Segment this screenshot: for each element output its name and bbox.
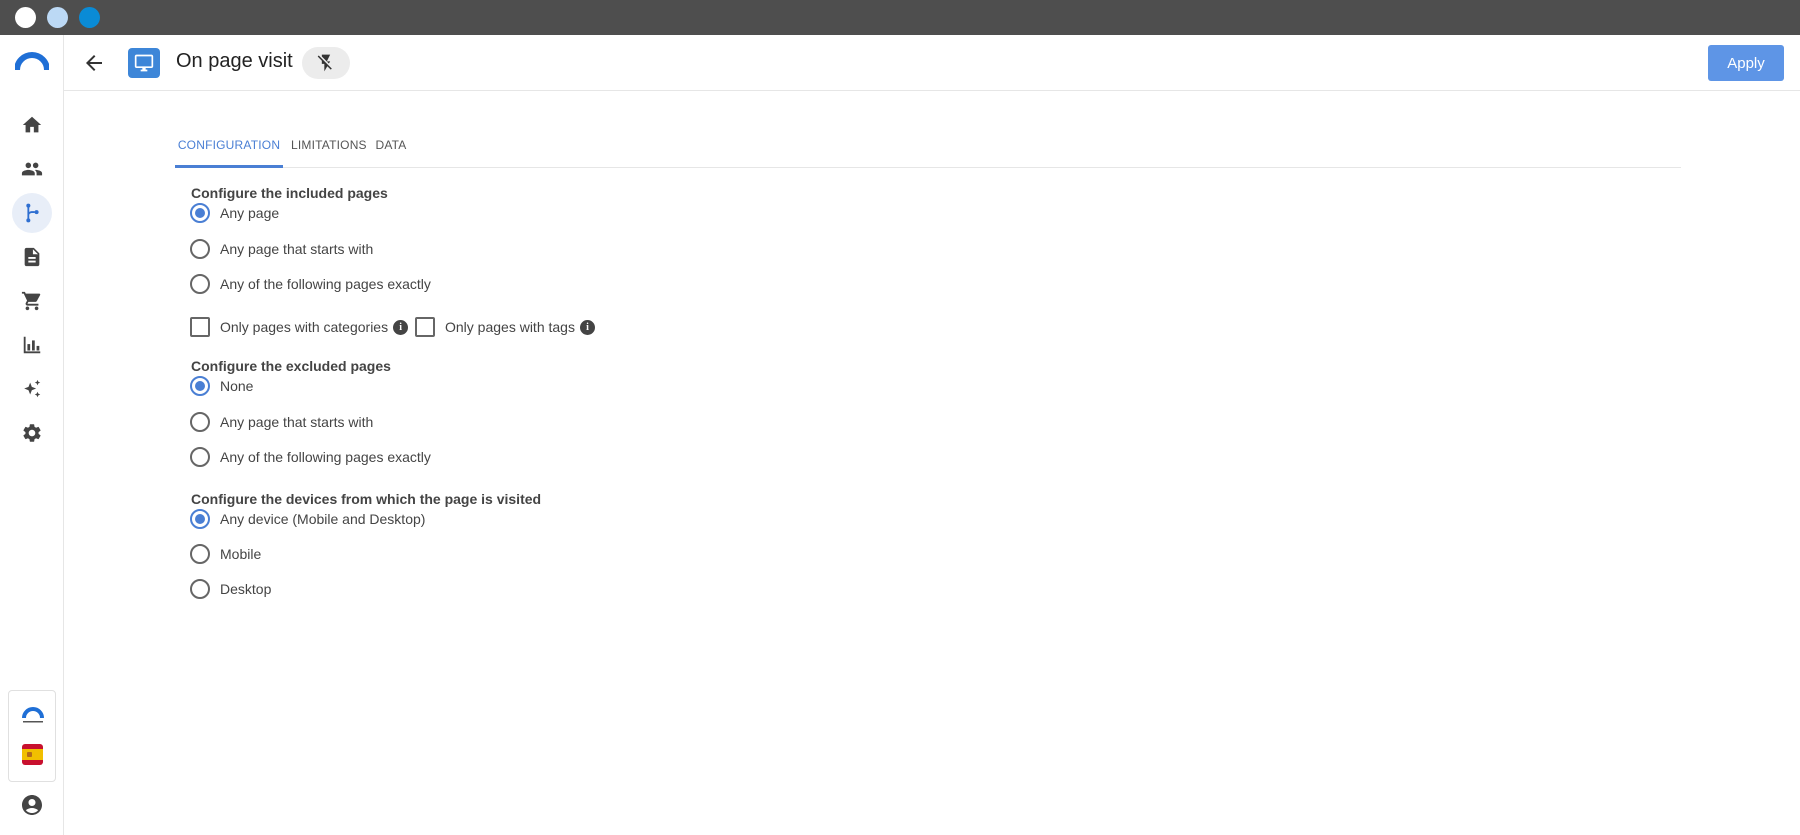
document-icon: [24, 247, 40, 267]
spanish-flag-icon[interactable]: [22, 744, 43, 765]
header: On page visit Apply: [64, 35, 1800, 91]
monitor-icon: [134, 54, 154, 72]
excluded-option-exact-pages[interactable]: Any of the following pages exactly: [190, 446, 431, 468]
bar-chart-icon: [23, 336, 41, 354]
radio-label: Any page: [220, 205, 280, 221]
workspace-logo[interactable]: [21, 705, 45, 725]
flash-toggle-chip[interactable]: [302, 47, 350, 79]
radio-label: Any of the following pages exactly: [220, 276, 431, 292]
included-option-starts-with[interactable]: Any page that starts with: [190, 238, 373, 260]
back-arrow-icon[interactable]: [82, 51, 106, 75]
radio-button[interactable]: [190, 274, 210, 294]
sidebar-item-analytics[interactable]: [12, 325, 52, 365]
radio-label: None: [220, 378, 254, 394]
page-title: On page visit: [176, 50, 293, 72]
radio-button[interactable]: [190, 376, 210, 396]
sparkles-icon: [24, 379, 41, 398]
radio-label: Any device (Mobile and Desktop): [220, 511, 426, 527]
tab-limitations[interactable]: LIMITATIONS: [291, 130, 367, 168]
excluded-option-starts-with[interactable]: Any page that starts with: [190, 411, 373, 433]
window-titlebar: [0, 0, 1800, 35]
home-icon: [22, 116, 42, 133]
filter-tags[interactable]: Only pages with tags i: [415, 316, 595, 338]
excluded-pages-title: Configure the excluded pages: [191, 358, 391, 374]
radio-button[interactable]: [190, 239, 210, 259]
tab-data[interactable]: DATA: [374, 130, 408, 168]
device-option-mobile[interactable]: Mobile: [190, 543, 261, 565]
people-icon: [21, 162, 43, 176]
radio-button[interactable]: [190, 412, 210, 432]
sidebar-item-documents[interactable]: [12, 237, 52, 277]
flash-off-icon: [317, 54, 332, 72]
categories-checkbox[interactable]: [190, 317, 210, 337]
info-icon[interactable]: i: [393, 319, 409, 335]
radio-button[interactable]: [190, 544, 210, 564]
account-icon[interactable]: [20, 793, 44, 817]
sidebar-item-ecommerce[interactable]: [12, 281, 52, 321]
included-option-any-page[interactable]: Any page: [190, 202, 279, 224]
window-maximize-button[interactable]: [79, 7, 100, 28]
radio-label: Mobile: [220, 546, 262, 562]
device-option-desktop[interactable]: Desktop: [190, 578, 271, 600]
radio-label: Any of the following pages exactly: [220, 449, 431, 465]
apply-button[interactable]: Apply: [1708, 45, 1784, 81]
checkbox-label: Only pages with categories: [220, 319, 389, 335]
radio-label: Any page that starts with: [220, 241, 374, 257]
checkbox-label: Only pages with tags: [445, 319, 575, 335]
app-logo[interactable]: [15, 52, 49, 72]
tags-checkbox[interactable]: [415, 317, 435, 337]
sidebar-item-ai[interactable]: [12, 369, 52, 409]
devices-title: Configure the devices from which the pag…: [191, 491, 542, 507]
filter-categories[interactable]: Only pages with categories i: [190, 316, 409, 338]
device-option-any[interactable]: Any device (Mobile and Desktop): [190, 508, 425, 530]
radio-button[interactable]: [190, 509, 210, 529]
workspace-card: [8, 690, 56, 782]
radio-label: Any page that starts with: [220, 414, 374, 430]
trigger-type-badge: [128, 48, 160, 78]
tab-configuration[interactable]: CONFIGURATION: [175, 130, 283, 168]
sidebar-item-home[interactable]: [12, 105, 52, 145]
included-option-exact-pages[interactable]: Any of the following pages exactly: [190, 273, 431, 295]
sidebar-item-contacts[interactable]: [12, 149, 52, 189]
cart-icon: [21, 291, 41, 311]
gear-icon: [23, 424, 41, 442]
excluded-option-none[interactable]: None: [190, 375, 253, 397]
radio-button[interactable]: [190, 203, 210, 223]
tab-bar: CONFIGURATION LIMITATIONS DATA: [175, 130, 1681, 168]
flow-icon: [26, 203, 39, 223]
window-minimize-button[interactable]: [47, 7, 68, 28]
window-close-button[interactable]: [15, 7, 36, 28]
radio-label: Desktop: [220, 581, 272, 597]
radio-button[interactable]: [190, 579, 210, 599]
sidebar-item-workflows[interactable]: [12, 193, 52, 233]
radio-button[interactable]: [190, 447, 210, 467]
sidebar-item-settings[interactable]: [12, 413, 52, 453]
included-pages-title: Configure the included pages: [191, 185, 388, 201]
info-icon[interactable]: i: [579, 319, 595, 335]
sidebar: [0, 35, 64, 835]
